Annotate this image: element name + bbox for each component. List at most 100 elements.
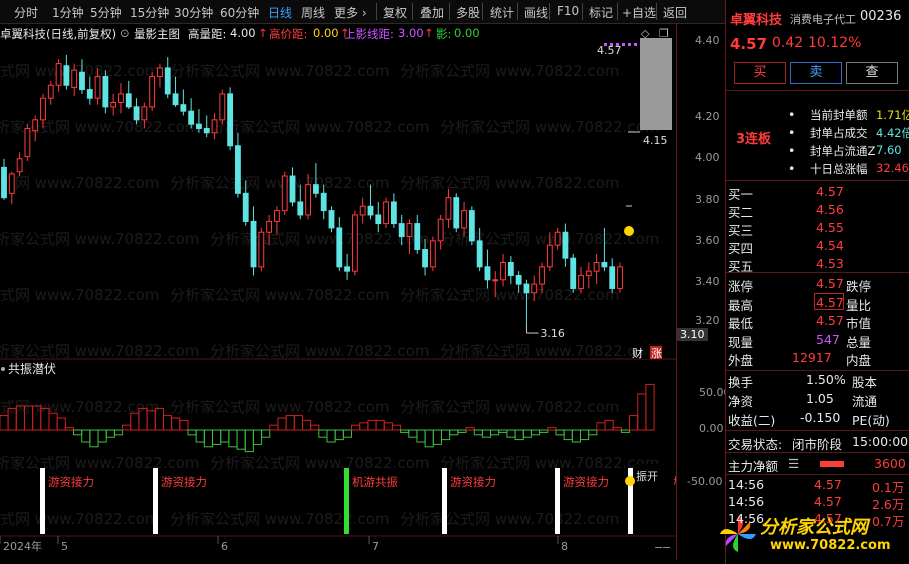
bullet-icon: • [788,125,796,140]
seal-value: 7.60 [876,143,902,157]
oscillator-bar [465,427,475,431]
watermark-text: 分析家公式网 www.70822.com [0,286,160,304]
candle-body [16,158,23,173]
watermark-text: 分析家公式网 www.70822.com [170,174,390,192]
stat-value: 547 [816,331,840,347]
toolbar-item[interactable]: 日线 [268,4,292,21]
toolbar-item[interactable]: 1分钟 [52,4,84,21]
stat-label: 量比 [846,297,872,313]
x-axis-label: 2024年 [3,539,42,553]
tick-time: 14:56 [728,477,765,492]
candle-body [149,76,156,108]
toolbar-item[interactable]: 30分钟 [174,4,213,21]
tick-price: 4.57 [814,494,842,509]
seal-label: 当前封单额 [810,108,868,122]
candle-body [79,71,85,91]
candle-body [172,93,179,106]
stat-label: 现量 [728,334,754,350]
bid-row: 买五 4.53 [726,255,909,274]
signal-label: 游资接力 [563,475,609,489]
indicator-name[interactable]: 量影主图 [134,26,180,42]
watermark-text: 分析家公式网 www.70822.com [170,398,390,416]
watermark-text: 分析家公式网 www.70822.com [0,454,200,472]
tick-time: 14:56 [728,494,765,509]
candle-body [281,175,288,212]
toolbar-item[interactable]: 周线 [301,4,325,21]
main-flow-label: 主力净额 [728,459,779,474]
stat-label: 流通 [852,394,878,409]
candle-body [94,76,101,99]
toolbar-item[interactable]: 复权 [383,4,407,21]
oscillator-bar [579,429,590,441]
toolbar-item[interactable]: 统计 [490,4,514,21]
buy-button[interactable]: 买 [734,62,786,84]
toolbar-item[interactable]: 15分钟 [130,4,169,21]
candle-body [468,210,475,242]
candle-body [273,210,280,222]
candle-body [211,119,218,134]
candle-body [422,249,428,268]
query-button[interactable]: 查 [846,62,898,84]
axis-tick: 3.60 [695,234,720,247]
indicator-toggle-icon[interactable]: ⊙ [120,26,130,40]
oscillator-bar [555,429,565,436]
toolbar-item[interactable]: 标记 [589,4,613,21]
stock-name: 卓翼科技 [730,13,783,28]
price-axis: 4.40 4.20 4.00 3.80 3.60 3.40 3.20 3.10 … [676,24,731,560]
candle-body [24,127,31,158]
stat-label: 最高 [728,297,754,313]
x-axis-label: 8 [561,540,568,553]
oscillator-bar [162,415,173,431]
toolbar-item[interactable]: 60分钟 [220,4,259,21]
oscillator-bar [547,427,557,431]
signal-bar [153,468,158,534]
list-icon[interactable]: ☰ [788,456,799,471]
up-arrow-icon: ↑ [424,26,434,40]
toolbar-item[interactable]: 分时 [14,4,38,21]
oscillator-bar [179,419,189,431]
toolbar-item[interactable]: 5分钟 [90,4,122,21]
watermark-text: 分析家公式网 www.70822.com [400,62,620,80]
oscillator-bar [530,429,541,436]
candle-body [453,197,460,229]
oscillator-bar [563,429,573,441]
candle-body [219,93,226,121]
axis-tick: 4.40 [695,34,720,47]
oscillator-bar [514,429,524,441]
stat-row: 最低 4.57 市值 [726,312,909,331]
oscillator-bar [236,429,246,450]
candle-body [414,223,421,251]
candle-body [188,110,195,125]
trade-status: 闭市阶段 [792,437,843,452]
oscillator-bar [220,429,230,443]
tick-price: 4.57 [814,477,842,492]
oscillator-bar [310,424,320,431]
candle-body [133,106,140,121]
toolbar-item[interactable]: 叠加 [420,4,444,21]
toolbar-item[interactable]: +自选 [622,4,656,21]
bid-row: 买一 4.57 [726,183,909,202]
stat-label: 最低 [728,316,754,331]
watermark-text: 分析家公式网 www.70822.com [440,342,660,360]
tick-volume: 0.7万 [872,514,905,529]
logo-url: www.70822.com [770,538,891,553]
stat-label: 换手 [728,375,754,390]
candle-body [102,76,109,108]
oscillator-bar [391,424,402,431]
toolbar-item[interactable]: F10 [557,4,579,18]
oscillator-bar [269,424,279,431]
oscillator-bar [89,429,99,448]
main-flow-value: 3600 [874,456,906,471]
param-value: 4.00 [230,26,256,40]
sell-button[interactable]: 卖 [790,62,842,84]
x-axis-label: 7 [372,540,379,553]
candle-body [515,274,522,285]
candle-body [437,218,444,242]
kline-chart[interactable]: 分析家公式网 www.70822.com 分析家公式网 www.70822.com… [0,24,676,560]
hint-text: 振开 [636,469,658,483]
toolbar-item[interactable]: 更多 › [334,4,367,21]
toolbar-item[interactable]: 画线 [524,4,548,21]
toolbar-item[interactable]: 多股 [456,4,480,21]
toolbar-item[interactable]: 返回 [663,4,687,21]
candle-body [305,184,312,216]
